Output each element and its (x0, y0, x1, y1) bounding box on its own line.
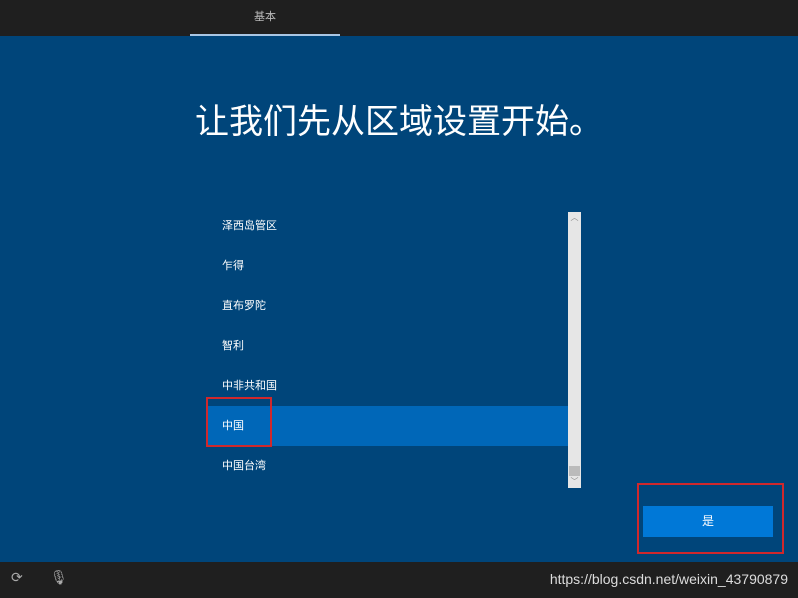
ease-of-access-icon[interactable]: ⟳ (11, 570, 23, 586)
scrollbar[interactable]: ︿ ﹀ (568, 212, 581, 488)
scroll-thumb[interactable] (569, 466, 580, 476)
bottom-bar: ⟳ 🎙 https://blog.csdn.net/weixin_4379087… (0, 562, 798, 598)
list-item[interactable]: 直布罗陀 (206, 286, 568, 326)
microphone-icon[interactable]: 🎙 (50, 570, 68, 586)
scroll-down-icon[interactable]: ﹀ (568, 476, 581, 488)
scroll-up-icon[interactable]: ︿ (568, 212, 581, 224)
yes-button[interactable]: 是 (643, 506, 773, 537)
tab-basics[interactable]: 基本 (190, 0, 340, 36)
list-item[interactable]: 乍得 (206, 246, 568, 286)
highlight-box (206, 397, 272, 447)
list-item[interactable]: 智利 (206, 326, 568, 366)
main-panel: 让我们先从区域设置开始。 泽西岛管区 乍得 直布罗陀 智利 中非共和国 中国 中… (0, 36, 798, 562)
top-bar: 基本 (0, 0, 798, 36)
list-item[interactable]: 中国台湾 (206, 446, 568, 486)
list-item[interactable]: 泽西岛管区 (206, 206, 568, 246)
page-title: 让我们先从区域设置开始。 (195, 102, 603, 142)
watermark: https://blog.csdn.net/weixin_43790879 (549, 571, 788, 587)
